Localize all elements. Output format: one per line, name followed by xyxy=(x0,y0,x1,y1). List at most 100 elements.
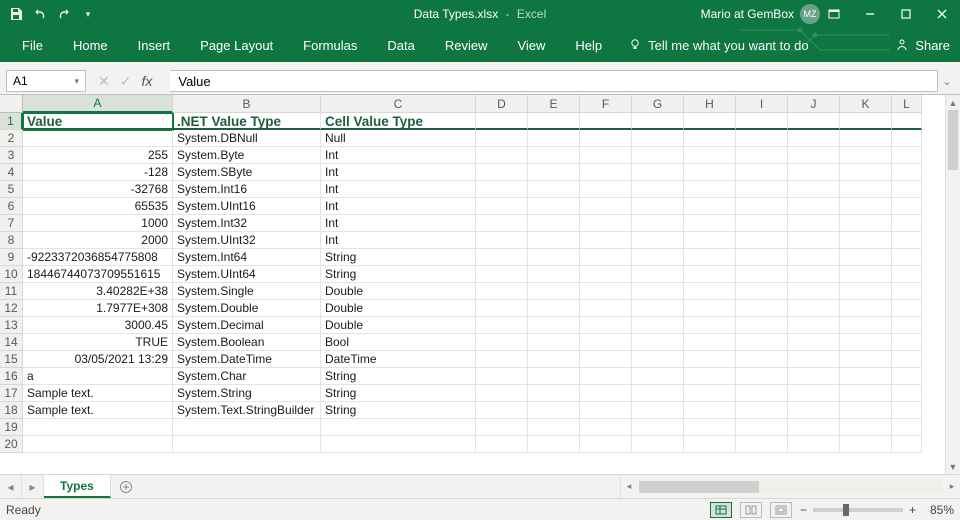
cell[interactable]: Sample text. xyxy=(23,385,173,402)
zoom-slider[interactable] xyxy=(813,508,903,512)
cell[interactable] xyxy=(892,181,922,198)
cell[interactable] xyxy=(632,181,684,198)
cell[interactable] xyxy=(840,232,892,249)
cell[interactable]: 65535 xyxy=(23,198,173,215)
row-header[interactable]: 3 xyxy=(0,147,23,164)
cell[interactable]: String xyxy=(321,385,476,402)
cell[interactable] xyxy=(840,130,892,147)
cell[interactable] xyxy=(788,181,840,198)
cell[interactable] xyxy=(788,266,840,283)
cell[interactable] xyxy=(736,198,788,215)
cell[interactable] xyxy=(840,300,892,317)
cell[interactable]: Null xyxy=(321,130,476,147)
cell[interactable] xyxy=(892,215,922,232)
horizontal-scroll-thumb[interactable] xyxy=(639,481,759,493)
cell[interactable] xyxy=(840,402,892,419)
cell[interactable] xyxy=(840,266,892,283)
cell[interactable] xyxy=(788,368,840,385)
cell[interactable] xyxy=(840,283,892,300)
cell[interactable] xyxy=(736,334,788,351)
cell[interactable]: System.DBNull xyxy=(173,130,321,147)
cell[interactable]: -128 xyxy=(23,164,173,181)
row-header[interactable]: 8 xyxy=(0,232,23,249)
cell[interactable] xyxy=(580,351,632,368)
cell[interactable] xyxy=(528,266,580,283)
cell[interactable]: 1000 xyxy=(23,215,173,232)
cell[interactable]: System.UInt16 xyxy=(173,198,321,215)
cell[interactable] xyxy=(632,215,684,232)
cell[interactable] xyxy=(632,232,684,249)
cell[interactable] xyxy=(476,436,528,453)
scroll-right-icon[interactable]: ▸ xyxy=(944,481,960,492)
cell[interactable] xyxy=(736,402,788,419)
cell[interactable] xyxy=(892,334,922,351)
cell[interactable] xyxy=(632,436,684,453)
cell[interactable] xyxy=(788,283,840,300)
account-info[interactable]: Mario at GemBox MZ xyxy=(701,4,820,24)
save-icon[interactable] xyxy=(8,6,24,22)
row-header[interactable]: 18 xyxy=(0,402,23,419)
enter-icon[interactable]: ✓ xyxy=(120,73,132,90)
cell[interactable] xyxy=(684,419,736,436)
cell[interactable]: TRUE xyxy=(23,334,173,351)
cell[interactable] xyxy=(528,402,580,419)
formula-input[interactable]: Value xyxy=(170,70,938,92)
column-header-d[interactable]: D xyxy=(476,95,528,113)
cell[interactable] xyxy=(580,283,632,300)
cell[interactable] xyxy=(840,249,892,266)
scroll-left-icon[interactable]: ◂ xyxy=(621,481,637,492)
column-header-l[interactable]: L xyxy=(892,95,922,113)
cell[interactable] xyxy=(840,147,892,164)
minimize-button[interactable] xyxy=(852,0,888,28)
name-box[interactable]: A1 ▾ xyxy=(6,70,86,92)
row-header[interactable]: 19 xyxy=(0,419,23,436)
cell[interactable]: System.SByte xyxy=(173,164,321,181)
cell[interactable] xyxy=(632,419,684,436)
cell[interactable] xyxy=(840,181,892,198)
cell[interactable] xyxy=(684,351,736,368)
fx-icon[interactable]: fx xyxy=(141,73,152,89)
cell[interactable] xyxy=(840,385,892,402)
cell[interactable] xyxy=(684,181,736,198)
tab-help[interactable]: Help xyxy=(563,32,614,59)
column-header-h[interactable]: H xyxy=(684,95,736,113)
cell[interactable]: Int xyxy=(321,181,476,198)
cell[interactable]: 2000 xyxy=(23,232,173,249)
cell[interactable]: 1.7977E+308 xyxy=(23,300,173,317)
cell[interactable] xyxy=(321,436,476,453)
row-header[interactable]: 10 xyxy=(0,266,23,283)
cell[interactable] xyxy=(528,334,580,351)
cell[interactable] xyxy=(788,215,840,232)
new-sheet-button[interactable] xyxy=(111,475,141,498)
cell[interactable] xyxy=(580,249,632,266)
cell[interactable] xyxy=(840,419,892,436)
cell[interactable] xyxy=(580,300,632,317)
cell[interactable]: Int xyxy=(321,147,476,164)
cell[interactable] xyxy=(476,147,528,164)
cell[interactable] xyxy=(788,198,840,215)
cell[interactable] xyxy=(892,368,922,385)
cell[interactable] xyxy=(632,164,684,181)
cell[interactable] xyxy=(684,215,736,232)
cell[interactable] xyxy=(476,283,528,300)
row-header[interactable]: 20 xyxy=(0,436,23,453)
cell[interactable] xyxy=(788,419,840,436)
cell[interactable] xyxy=(788,317,840,334)
cell[interactable] xyxy=(528,130,580,147)
name-box-dropdown-icon[interactable]: ▾ xyxy=(74,76,79,87)
cell[interactable] xyxy=(892,385,922,402)
cell[interactable] xyxy=(632,334,684,351)
cell[interactable]: Cell Value Type xyxy=(321,113,476,130)
tab-formulas[interactable]: Formulas xyxy=(291,32,369,59)
cell[interactable] xyxy=(580,334,632,351)
cell[interactable] xyxy=(892,249,922,266)
cell[interactable] xyxy=(580,317,632,334)
cell[interactable] xyxy=(476,266,528,283)
cell[interactable] xyxy=(788,402,840,419)
cell[interactable] xyxy=(632,249,684,266)
tab-file[interactable]: File xyxy=(10,32,55,59)
column-header-c[interactable]: C xyxy=(321,95,476,113)
cell[interactable] xyxy=(788,300,840,317)
cell[interactable] xyxy=(632,300,684,317)
tab-home[interactable]: Home xyxy=(61,32,120,59)
